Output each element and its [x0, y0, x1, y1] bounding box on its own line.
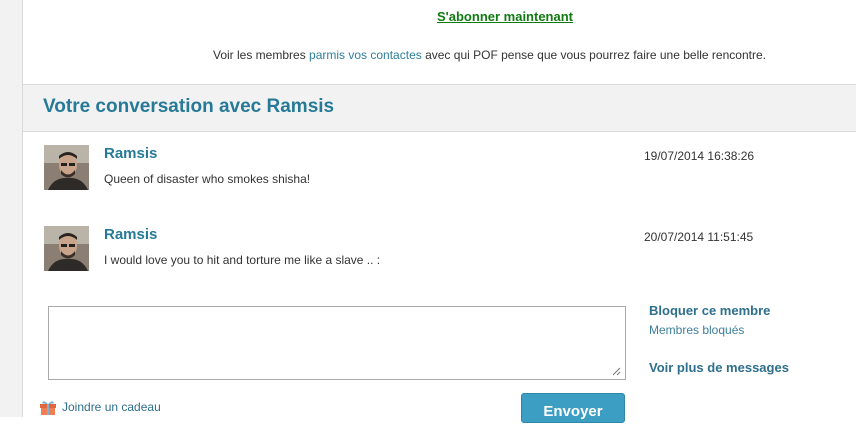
message-date: 19/07/2014 16:38:26: [644, 149, 755, 163]
members-suggestion: Voir les membres parmis vos contactes av…: [213, 48, 766, 62]
contacts-link[interactable]: parmis vos contactes: [309, 48, 422, 62]
blocked-members-link[interactable]: Membres bloqués: [649, 323, 744, 337]
message-item: Ramsis 20/07/2014 11:51:45 I would love …: [44, 226, 834, 276]
gift-icon[interactable]: [38, 399, 58, 415]
sender-name[interactable]: Ramsis: [104, 145, 157, 162]
message-text: Queen of disaster who smokes shisha!: [104, 172, 311, 186]
conversation-header: Votre conversation avec Ramsis: [23, 84, 856, 132]
sender-name[interactable]: Ramsis: [104, 226, 157, 243]
reply-textarea[interactable]: [48, 306, 626, 380]
members-text-after: avec qui POF pense que vous pourrez fair…: [421, 48, 766, 62]
send-button[interactable]: Envoyer: [521, 393, 625, 423]
avatar[interactable]: [44, 145, 89, 190]
message-item: Ramsis 19/07/2014 16:38:26 Queen of disa…: [44, 145, 834, 195]
message-text: I would love you to hit and torture me l…: [104, 253, 381, 267]
conversation-title: Votre conversation avec Ramsis: [43, 96, 335, 117]
avatar[interactable]: [44, 226, 89, 271]
block-member-link[interactable]: Bloquer ce membre: [649, 303, 770, 318]
subscribe-link[interactable]: S'abonner maintenant: [437, 9, 573, 24]
members-text-before: Voir les membres: [213, 48, 310, 62]
message-date: 20/07/2014 11:51:45: [644, 230, 754, 244]
attach-gift-link[interactable]: Joindre un cadeau: [62, 400, 161, 414]
more-messages-link[interactable]: Voir plus de messages: [649, 360, 789, 375]
resize-grip-icon[interactable]: [611, 366, 621, 376]
left-rail: [0, 0, 23, 417]
